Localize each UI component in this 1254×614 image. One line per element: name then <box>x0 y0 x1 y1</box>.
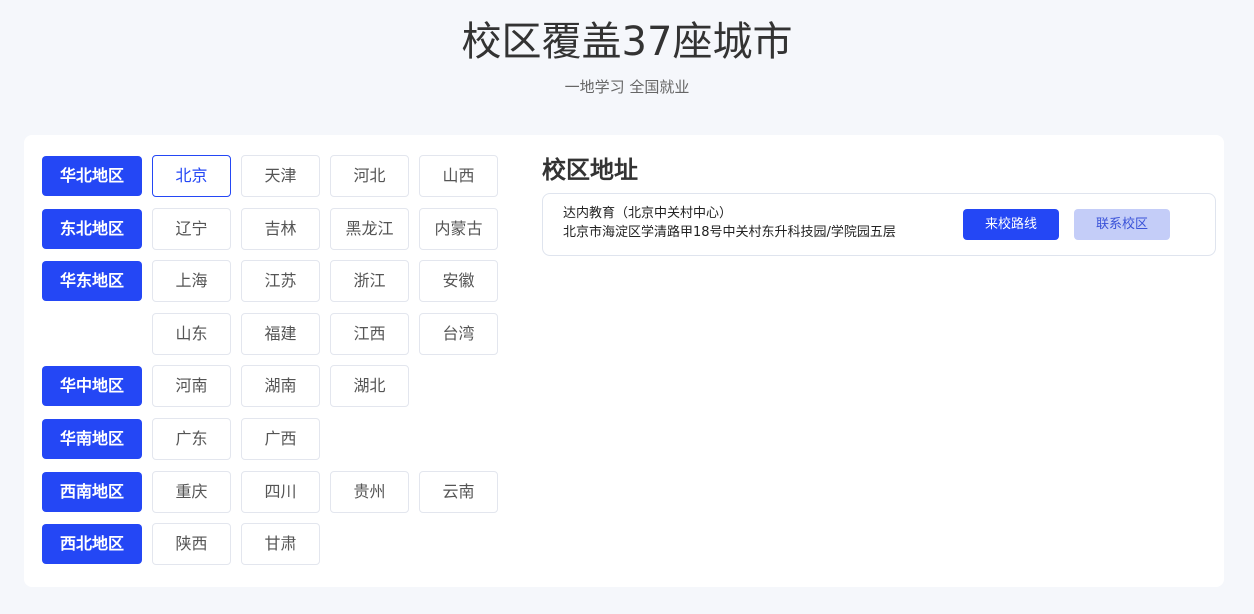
region-row: 东北地区 辽宁 吉林 黑龙江 内蒙古 <box>42 208 502 250</box>
region-tab[interactable]: 东北地区 <box>42 209 142 249</box>
city-button[interactable]: 陕西 <box>152 523 231 565</box>
city-button[interactable]: 台湾 <box>419 313 498 355</box>
region-tab[interactable]: 华东地区 <box>42 261 142 301</box>
page-subtitle: 一地学习 全国就业 <box>564 78 690 96</box>
region-row: 华中地区 河南 湖南 湖北 <box>42 365 502 407</box>
region-row: 华东地区 上海 江苏 浙江 安徽 <box>42 260 502 302</box>
region-tab[interactable]: 西北地区 <box>42 524 142 564</box>
route-button[interactable]: 来校路线 <box>963 209 1059 240</box>
city-button[interactable]: 天津 <box>241 155 320 197</box>
city-button[interactable]: 黑龙江 <box>330 208 409 250</box>
region-tab[interactable]: 华北地区 <box>42 156 142 196</box>
region-row: 西北地区 陕西 甘肃 <box>42 523 502 565</box>
region-row: 山东 福建 江西 台湾 <box>42 313 502 355</box>
city-button[interactable]: 山东 <box>152 313 231 355</box>
campus-card: 华北地区 北京 天津 河北 山西 东北地区 辽宁 吉林 黑龙江 内蒙古 华东地区 上海 江苏 浙江 安徽 山东… <box>24 135 1224 587</box>
contact-campus-button[interactable]: 联系校区 <box>1074 209 1170 240</box>
region-tab[interactable]: 华南地区 <box>42 419 142 459</box>
city-button[interactable]: 辽宁 <box>152 208 231 250</box>
campus-name: 达内教育（北京中关村中心） <box>563 206 733 221</box>
page-title: 校区覆盖37座城市 <box>461 19 793 65</box>
region-tab[interactable]: 华中地区 <box>42 366 142 406</box>
city-button[interactable]: 广东 <box>152 418 231 460</box>
region-row: 西南地区 重庆 四川 贵州 云南 <box>42 471 502 513</box>
region-tab[interactable]: 西南地区 <box>42 472 142 512</box>
city-button[interactable]: 山西 <box>419 155 498 197</box>
city-button[interactable]: 江苏 <box>241 260 320 302</box>
city-button[interactable]: 上海 <box>152 260 231 302</box>
city-button[interactable]: 甘肃 <box>241 523 320 565</box>
city-button[interactable]: 河南 <box>152 365 231 407</box>
region-row: 华北地区 北京 天津 河北 山西 <box>42 155 502 197</box>
region-row: 华南地区 广东 广西 <box>42 418 502 460</box>
city-button[interactable]: 重庆 <box>152 471 231 513</box>
address-box: 达内教育（北京中关村中心） 北京市海淀区学清路甲18号中关村东升科技园/学院园五… <box>542 193 1216 256</box>
address-section-title: 校区地址 <box>542 156 638 184</box>
city-button[interactable]: 贵州 <box>330 471 409 513</box>
city-button[interactable]: 四川 <box>241 471 320 513</box>
city-button[interactable]: 浙江 <box>330 260 409 302</box>
campus-address: 北京市海淀区学清路甲18号中关村东升科技园/学院园五层 <box>563 225 896 240</box>
city-button[interactable]: 河北 <box>330 155 409 197</box>
city-button[interactable]: 江西 <box>330 313 409 355</box>
city-button[interactable]: 福建 <box>241 313 320 355</box>
city-button[interactable]: 内蒙古 <box>419 208 498 250</box>
city-button[interactable]: 广西 <box>241 418 320 460</box>
city-button[interactable]: 北京 <box>152 155 231 197</box>
city-button[interactable]: 湖南 <box>241 365 320 407</box>
city-button[interactable]: 安徽 <box>419 260 498 302</box>
city-button[interactable]: 湖北 <box>330 365 409 407</box>
city-button[interactable]: 云南 <box>419 471 498 513</box>
city-button[interactable]: 吉林 <box>241 208 320 250</box>
